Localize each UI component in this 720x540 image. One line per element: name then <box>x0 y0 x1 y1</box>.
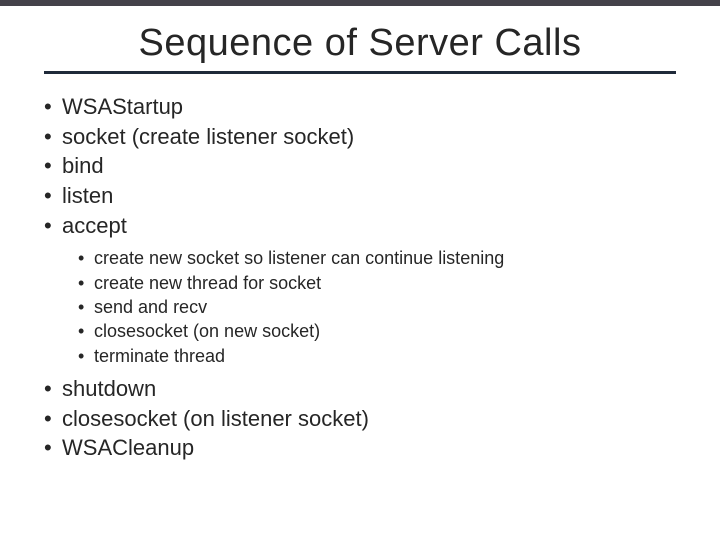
sub-list-item: create new socket so listener can contin… <box>78 246 676 270</box>
main-list-continued: shutdown closesocket (on listener socket… <box>44 374 676 463</box>
list-item: WSACleanup <box>44 433 676 463</box>
top-accent-strip <box>0 0 720 6</box>
list-item: accept <box>44 211 676 241</box>
list-item: listen <box>44 181 676 211</box>
list-item: socket (create listener socket) <box>44 122 676 152</box>
sub-list-item: closesocket (on new socket) <box>78 319 676 343</box>
list-item: shutdown <box>44 374 676 404</box>
sub-list-item: terminate thread <box>78 344 676 368</box>
slide-body: Sequence of Server Calls WSAStartup sock… <box>0 22 720 463</box>
sub-list-item: send and recv <box>78 295 676 319</box>
list-item: closesocket (on listener socket) <box>44 404 676 434</box>
list-item: WSAStartup <box>44 92 676 122</box>
main-list: WSAStartup socket (create listener socke… <box>44 92 676 240</box>
list-item: bind <box>44 151 676 181</box>
title-rule <box>44 71 676 74</box>
slide-title: Sequence of Server Calls <box>44 22 676 65</box>
sub-list: create new socket so listener can contin… <box>44 246 676 367</box>
sub-list-item: create new thread for socket <box>78 271 676 295</box>
